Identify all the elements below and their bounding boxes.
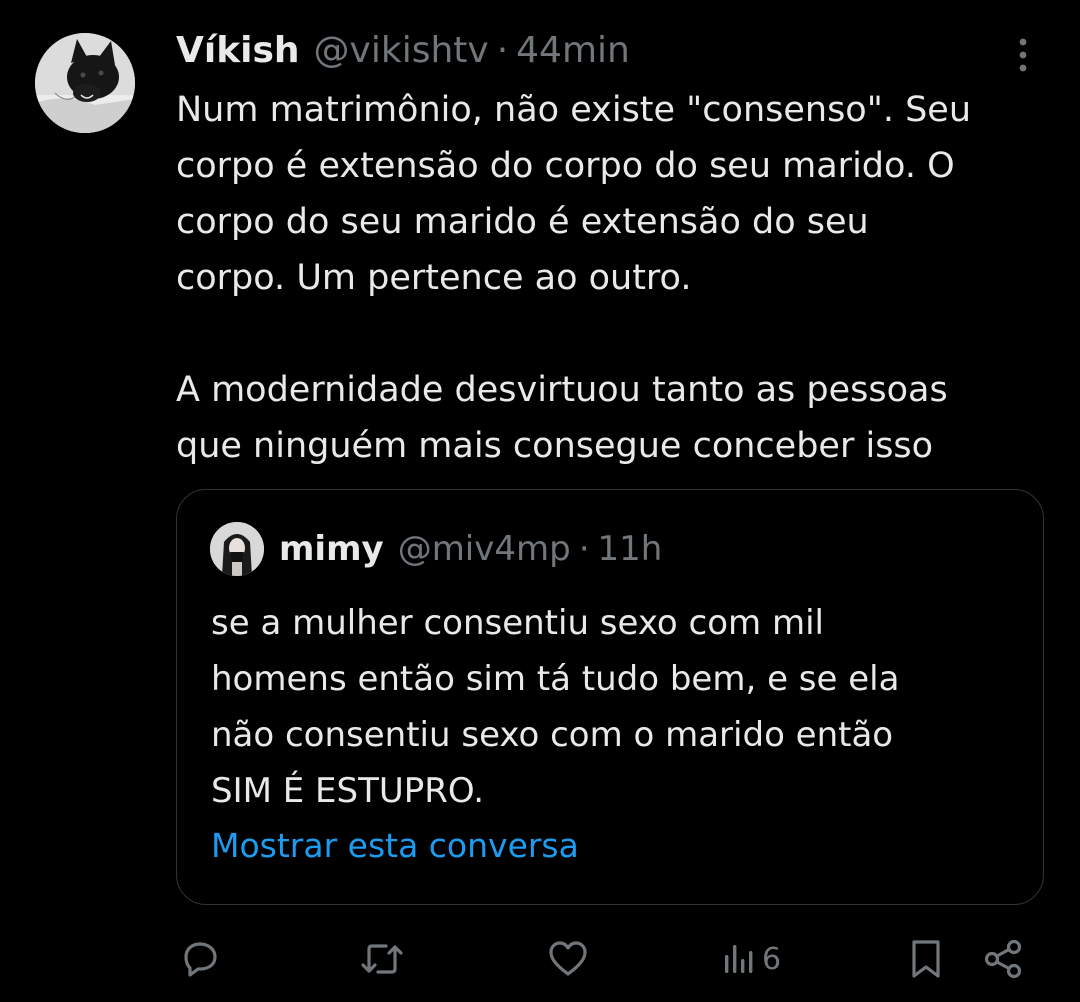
- tweet-text: Num matrimônio, não existe "consenso". S…: [176, 90, 972, 466]
- views-count: 6: [762, 941, 782, 977]
- quoted-tweet-header: mimy @miv4mp · 11h: [279, 526, 662, 572]
- more-options-icon[interactable]: [1008, 34, 1038, 78]
- author-display-name[interactable]: Víkish: [176, 28, 300, 74]
- tweet-timestamp[interactable]: 44min: [516, 28, 630, 74]
- share-button[interactable]: [982, 936, 1026, 982]
- views-button[interactable]: 6: [722, 936, 781, 982]
- quoted-tweet-timestamp[interactable]: 11h: [598, 526, 663, 572]
- tweet-action-bar: 6: [0, 930, 1080, 990]
- cat-photo: [35, 33, 135, 133]
- reply-icon: [184, 942, 217, 977]
- bookmark-icon: [912, 940, 940, 978]
- author-avatar[interactable]: [35, 33, 135, 133]
- bookmark-button[interactable]: [906, 936, 946, 982]
- heart-icon: [549, 941, 587, 976]
- quoted-author-display-name[interactable]: mimy: [279, 526, 384, 572]
- retweet-icon: [361, 944, 403, 974]
- quoted-tweet[interactable]: mimy @miv4mp · 11h se a mulher consentiu…: [176, 489, 1044, 905]
- share-icon: [984, 939, 1022, 979]
- quoted-tweet-text: se a mulher consentiu sexo com mil homen…: [211, 603, 900, 811]
- person-photo: [210, 522, 264, 576]
- show-conversation-link[interactable]: Mostrar esta conversa: [211, 823, 579, 869]
- quoted-author-handle[interactable]: @miv4mp: [398, 526, 571, 572]
- author-handle[interactable]: @vikishtv: [314, 28, 489, 74]
- quoted-header-separator: ·: [578, 529, 590, 569]
- tweet-header: Víkish @vikishtv · 44min: [176, 28, 630, 74]
- views-icon: [725, 945, 753, 973]
- tweet[interactable]: Víkish @vikishtv · 44min Num matrimônio,…: [0, 0, 1080, 1002]
- like-button[interactable]: [546, 936, 590, 982]
- retweet-button[interactable]: [358, 936, 406, 982]
- quoted-author-avatar[interactable]: [210, 522, 264, 576]
- reply-button[interactable]: [178, 936, 222, 982]
- header-separator: ·: [496, 30, 509, 71]
